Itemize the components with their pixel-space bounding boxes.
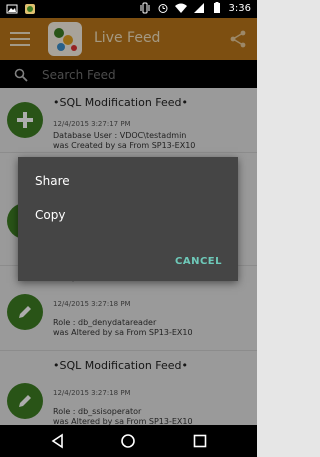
notification-app-icon (25, 4, 35, 14)
context-dialog: Share Copy CANCEL (18, 157, 238, 281)
alarm-icon (158, 4, 168, 13)
home-icon[interactable] (120, 433, 136, 449)
copy-option[interactable]: Copy (35, 208, 65, 222)
image-icon (6, 4, 18, 14)
wifi-icon (174, 3, 187, 13)
cancel-button[interactable]: CANCEL (175, 256, 222, 267)
recents-icon[interactable] (192, 433, 208, 449)
share-option[interactable]: Share (35, 174, 70, 188)
status-bar: 3:36 (0, 0, 257, 18)
battery-icon (213, 2, 220, 13)
status-time: 3:36 (228, 2, 251, 14)
vibrate-icon (140, 2, 150, 14)
back-icon[interactable] (50, 433, 66, 449)
signal-icon (193, 3, 204, 13)
navigation-bar (0, 425, 257, 457)
